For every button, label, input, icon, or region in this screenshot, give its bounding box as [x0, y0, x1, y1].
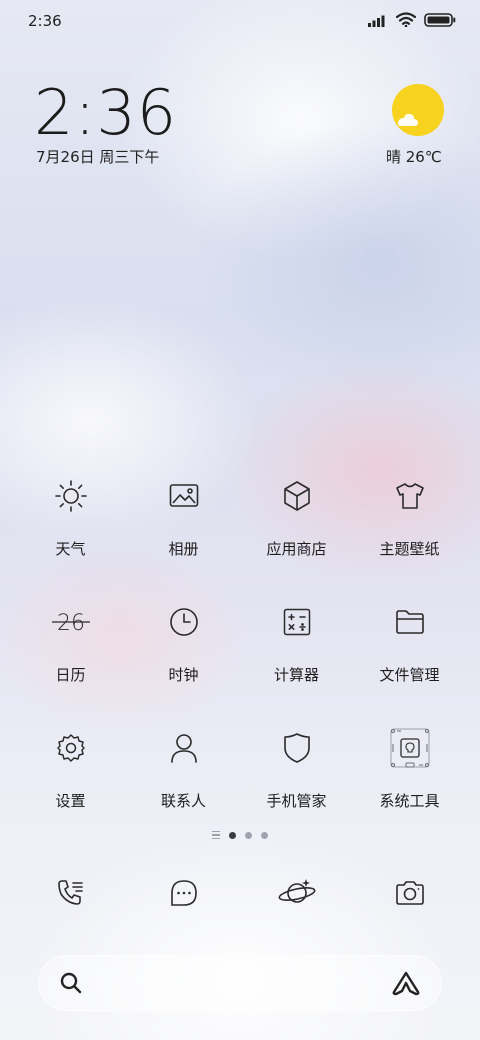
app-label: 设置	[55, 792, 86, 810]
app-folder-system-tools[interactable]: 系统工具	[353, 726, 466, 812]
app-label: 文件管理	[379, 666, 440, 684]
gear-icon	[49, 726, 93, 770]
page-indicator[interactable]	[200, 829, 280, 841]
page-dot	[245, 831, 252, 839]
app-grid: 天气 相册 应用商店 主题壁纸 26 日历 时钟 计算器 文件管理 设置 联系人…	[14, 474, 466, 812]
app-contacts[interactable]: 联系人	[127, 726, 240, 812]
app-label: 系统工具	[379, 792, 440, 810]
app-label: 相册	[168, 540, 199, 558]
page-dot-active	[229, 831, 236, 839]
partly-sunny-icon[interactable]	[392, 84, 444, 136]
app-calendar[interactable]: 26 日历	[14, 600, 127, 686]
app-store[interactable]: 应用商店	[240, 474, 353, 560]
app-label: 手机管家	[266, 792, 327, 810]
browser-planet-icon	[277, 877, 317, 909]
calendar-icon-text: 26	[57, 611, 85, 636]
assistant-logo-icon[interactable]	[391, 970, 421, 996]
app-themes[interactable]: 主题壁纸	[353, 474, 466, 560]
app-settings[interactable]: 设置	[14, 726, 127, 812]
weather-text: 晴 26℃	[386, 148, 442, 166]
tools-folder-icon	[388, 726, 432, 770]
dock-messages[interactable]	[127, 870, 240, 916]
sun-icon	[49, 474, 93, 518]
app-label: 联系人	[160, 792, 206, 810]
calendar-icon: 26	[49, 600, 93, 644]
app-label: 时钟	[168, 666, 199, 684]
wifi-icon	[396, 12, 416, 27]
dock-browser[interactable]	[240, 870, 353, 916]
search-bar[interactable]	[38, 955, 442, 1011]
app-calculator[interactable]: 计算器	[240, 600, 353, 686]
search-icon[interactable]	[59, 971, 83, 995]
app-clock[interactable]: 时钟	[127, 600, 240, 686]
calculator-icon	[275, 600, 319, 644]
dock	[14, 870, 466, 916]
app-label: 主题壁纸	[379, 540, 440, 558]
battery-icon	[424, 12, 456, 27]
app-label: 计算器	[273, 666, 319, 684]
app-label: 天气	[55, 540, 86, 558]
app-security[interactable]: 手机管家	[240, 726, 353, 812]
clock-widget-date: 7月26日 周三下午	[36, 148, 160, 166]
clock-widget-time[interactable]: 2:36	[34, 76, 177, 149]
app-weather[interactable]: 天气	[14, 474, 127, 560]
gallery-icon	[162, 474, 206, 518]
app-label: 日历	[55, 666, 86, 684]
theme-shirt-icon	[388, 474, 432, 518]
phone-icon	[56, 878, 86, 908]
status-time: 2:36	[28, 12, 62, 30]
status-bar: 2:36	[0, 0, 480, 44]
page-list-icon	[212, 831, 220, 839]
page-dot	[261, 831, 268, 839]
app-files[interactable]: 文件管理	[353, 600, 466, 686]
camera-icon	[395, 880, 425, 906]
clock-icon	[162, 600, 206, 644]
dock-camera[interactable]	[353, 870, 466, 916]
shield-icon	[275, 726, 319, 770]
status-icons	[368, 12, 456, 27]
signal-icon	[368, 13, 388, 27]
app-label: 应用商店	[266, 540, 327, 558]
dock-phone[interactable]	[14, 870, 127, 916]
app-store-icon	[275, 474, 319, 518]
app-gallery[interactable]: 相册	[127, 474, 240, 560]
message-icon	[169, 878, 199, 908]
folder-icon	[388, 600, 432, 644]
person-icon	[162, 726, 206, 770]
